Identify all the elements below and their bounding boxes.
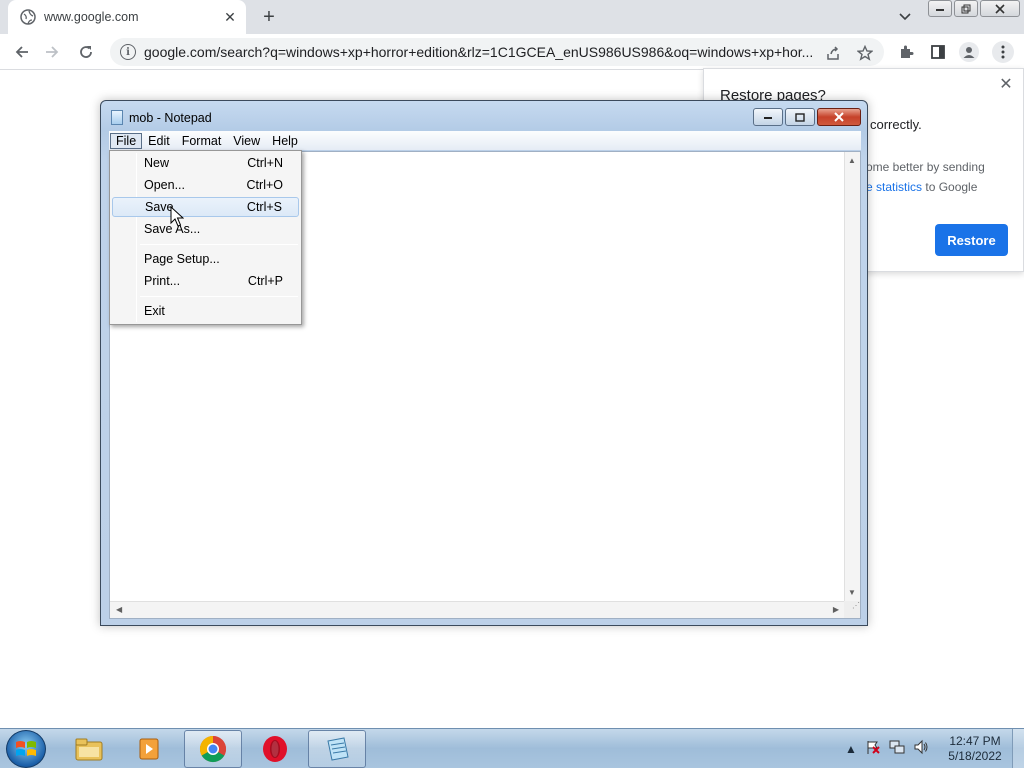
menu-item-save-as[interactable]: Save As... [112, 219, 299, 239]
extensions-puzzle-icon[interactable] [896, 42, 916, 62]
url-text[interactable]: google.com/search?q=windows+xp+horror+ed… [144, 44, 816, 60]
scroll-up-arrow-icon[interactable]: ▲ [848, 156, 856, 165]
taskbar: ▲ 12:47 PM 5/18/2022 [0, 728, 1024, 768]
restore-note: ome better by sending e statistics to Go… [866, 157, 1016, 197]
taskbar-clock[interactable]: 12:47 PM 5/18/2022 [940, 734, 1010, 764]
usage-statistics-link[interactable]: e statistics [866, 180, 922, 194]
show-hidden-icons-icon[interactable]: ▲ [845, 742, 857, 756]
close-icon[interactable]: ✕ [997, 75, 1015, 93]
side-panel-icon[interactable] [928, 42, 948, 62]
menu-separator [140, 296, 298, 297]
menu-item-label: New [144, 156, 170, 170]
taskbar-media-player[interactable] [120, 730, 178, 768]
menu-help[interactable]: Help [266, 133, 304, 149]
restore-button[interactable]: Restore [935, 224, 1008, 256]
restore-note-suffix: to Google [925, 180, 978, 194]
globe-icon [20, 9, 36, 25]
menu-item-label: Exit [144, 304, 165, 318]
menu-view[interactable]: View [227, 133, 266, 149]
taskbar-opera[interactable] [246, 730, 304, 768]
notepad-menubar: File Edit Format View Help [109, 131, 861, 150]
scroll-down-arrow-icon[interactable]: ▼ [848, 588, 856, 597]
clock-date: 5/18/2022 [948, 749, 1002, 763]
volume-speaker-icon[interactable] [913, 739, 929, 758]
restore-window-icon[interactable] [954, 0, 978, 17]
menu-item-shortcut: Ctrl+P [247, 274, 283, 288]
kebab-menu-icon[interactable] [992, 41, 1014, 63]
folder-icon [75, 738, 103, 761]
back-arrow-icon[interactable] [10, 40, 34, 64]
menu-separator [140, 244, 298, 245]
browser-tabstrip: www.google.com ✕ + [0, 0, 1024, 34]
scroll-left-arrow-icon[interactable]: ◀ [116, 605, 122, 614]
menu-item-label: Page Setup... [144, 252, 220, 266]
menu-edit[interactable]: Edit [142, 133, 176, 149]
menu-item-shortcut: Ctrl+S [246, 200, 282, 214]
restore-message: correctly. [870, 117, 922, 132]
minimize-icon[interactable] [753, 108, 783, 126]
tab-title: www.google.com [44, 10, 139, 24]
notepad-title: mob - Notepad [129, 110, 212, 125]
restore-note-prefix: ome better by sending [866, 160, 985, 174]
horizontal-scrollbar[interactable]: ◀ ▶ [110, 601, 845, 618]
file-menu-dropdown: New Ctrl+N Open... Ctrl+O Save Ctrl+S Sa… [109, 150, 302, 325]
menu-item-shortcut: Ctrl+O [246, 178, 283, 192]
browser-window-controls [928, 0, 1022, 18]
action-center-flag-icon[interactable] [865, 739, 881, 758]
notepad-app-icon [327, 737, 349, 761]
opera-icon [263, 736, 287, 762]
clock-time: 12:47 PM [949, 734, 1001, 748]
share-icon[interactable] [824, 44, 842, 62]
new-tab-button[interactable]: + [258, 6, 280, 28]
menu-item-print[interactable]: Print... Ctrl+P [112, 271, 299, 291]
menu-file[interactable]: File [110, 132, 143, 149]
menu-item-new[interactable]: New Ctrl+N [112, 153, 299, 173]
forward-arrow-icon[interactable] [40, 40, 64, 64]
minimize-icon[interactable] [928, 0, 952, 17]
close-icon[interactable] [817, 108, 861, 126]
network-icon[interactable] [889, 739, 905, 758]
mouse-pointer-icon [170, 206, 184, 227]
tab-search-chevron-icon[interactable] [896, 8, 914, 26]
scroll-right-arrow-icon[interactable]: ▶ [833, 605, 839, 614]
menu-item-label: Open... [144, 178, 185, 192]
menu-item-page-setup[interactable]: Page Setup... [112, 249, 299, 269]
site-info-icon[interactable]: i [120, 44, 136, 60]
notepad-icon [111, 110, 123, 125]
media-player-icon [139, 738, 159, 760]
notepad-window-controls [751, 108, 861, 126]
start-button[interactable] [6, 730, 46, 768]
chrome-icon [199, 735, 227, 763]
profile-avatar-icon[interactable] [959, 42, 979, 62]
taskbar-notepad[interactable] [308, 730, 366, 768]
show-desktop-button[interactable] [1012, 729, 1024, 768]
notepad-titlebar[interactable]: mob - Notepad [111, 110, 212, 125]
close-window-icon[interactable] [980, 0, 1020, 17]
menu-item-exit[interactable]: Exit [112, 301, 299, 321]
menu-item-save[interactable]: Save Ctrl+S [112, 197, 299, 217]
menu-item-open[interactable]: Open... Ctrl+O [112, 175, 299, 195]
tab-google[interactable]: www.google.com ✕ [8, 0, 246, 34]
browser-toolbar: i google.com/search?q=windows+xp+horror+… [0, 34, 1024, 70]
menu-item-shortcut: Ctrl+N [247, 156, 283, 170]
taskbar-explorer[interactable] [60, 730, 118, 768]
tab-close-icon[interactable]: ✕ [220, 7, 240, 27]
resize-grip-icon[interactable]: ⋰ [844, 601, 860, 618]
menu-item-label: Print... [144, 274, 181, 288]
reload-icon[interactable] [74, 40, 98, 64]
system-tray: ▲ [845, 739, 937, 758]
menu-format[interactable]: Format [176, 133, 228, 149]
address-bar[interactable]: i google.com/search?q=windows+xp+horror+… [110, 38, 884, 66]
maximize-icon[interactable] [785, 108, 815, 126]
taskbar-chrome[interactable] [184, 730, 242, 768]
vertical-scrollbar[interactable]: ▲ ▼ [844, 152, 860, 601]
bookmark-star-icon[interactable] [856, 44, 874, 62]
windows-logo-icon [16, 741, 36, 756]
